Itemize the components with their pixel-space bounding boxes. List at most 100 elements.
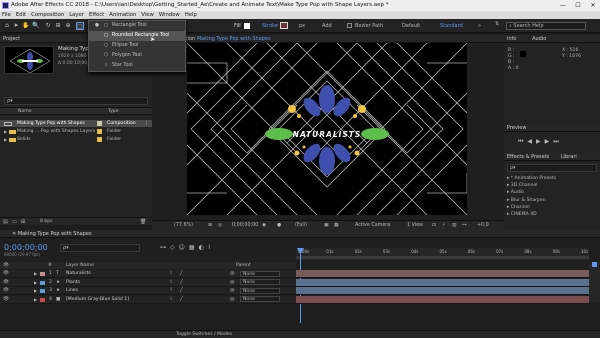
camera-tool-icon[interactable]: ⊞ [54, 22, 62, 30]
expand-arrow-icon[interactable]: ▶ [34, 279, 37, 287]
resolution-menu[interactable]: (Full) [295, 223, 307, 228]
timeline-search-field[interactable]: ρ▾ [60, 244, 140, 252]
expand-arrow-icon[interactable]: ▶ [34, 270, 37, 278]
menu-view[interactable]: View [141, 11, 154, 19]
interpret-footage-icon[interactable]: ▤ [3, 219, 8, 225]
shy-icon[interactable]: ☺ [179, 244, 189, 251]
motion-blur-icon[interactable]: ◐ [199, 244, 208, 251]
draft-3d-icon[interactable]: ◇ [170, 244, 179, 251]
label-color-swatch[interactable] [40, 272, 45, 276]
parent-dropdown[interactable]: None [240, 287, 280, 294]
frame-blend-icon[interactable]: ▦ [189, 244, 199, 251]
project-item[interactable]: ▶ Solids Folder [0, 136, 152, 143]
label-swatch[interactable] [97, 137, 102, 142]
last-frame-icon[interactable]: ⏭ [553, 138, 562, 145]
trash-icon[interactable]: 🗑 [140, 219, 146, 225]
quality-switch-icon[interactable]: ╱ [180, 279, 183, 287]
hand-tool-icon[interactable]: ✋ [22, 22, 30, 30]
star-tool-item[interactable]: ☆ Star Tool [89, 61, 185, 71]
shy-switch-icon[interactable]: ⌇ [170, 279, 172, 287]
visibility-eye-icon[interactable]: 👁 [3, 279, 9, 287]
effects-search-field[interactable]: ρ▾ [507, 164, 597, 172]
fill-swatch[interactable] [244, 23, 250, 29]
label-color-swatch[interactable] [40, 280, 45, 285]
stroke-label[interactable]: Stroke [262, 23, 278, 29]
layer-row[interactable]: 👁 ▶ 3 ★ Lines ⌇ ╱ @ None [0, 287, 296, 295]
preview-tab[interactable]: Preview [504, 124, 600, 132]
new-folder-icon[interactable]: ▭ [12, 219, 17, 225]
comp-button-icon[interactable] [592, 262, 597, 267]
effects-item[interactable]: ▸ Audio [507, 189, 556, 196]
menu-help[interactable]: Help [185, 11, 197, 19]
project-item[interactable]: Making Type Pop with Shapes Composition … [0, 120, 152, 127]
parent-dropdown[interactable]: None [240, 279, 280, 285]
workspace-overflow-icon[interactable]: » [478, 23, 481, 29]
camera-view-menu[interactable]: Active Camera [355, 223, 390, 228]
menu-effect[interactable]: Effect [89, 11, 104, 19]
project-col-type[interactable]: Type [108, 109, 119, 114]
polygon-tool-item[interactable]: ⬡ Polygon Tool [89, 51, 185, 61]
workspace-standard[interactable]: Standard [440, 23, 463, 29]
project-item-menu-icon[interactable]: ⋮ [144, 120, 149, 127]
effects-presets-tab[interactable]: Effects & Presets [507, 154, 549, 160]
minimize-button[interactable]: — [556, 0, 570, 11]
region-of-interest-icon[interactable]: ▣ [324, 223, 329, 228]
expand-arrow-icon[interactable]: ▶ [34, 296, 37, 304]
shape-tool-icon[interactable]: ▢ [76, 22, 84, 30]
visibility-eye-icon[interactable]: 👁 [3, 287, 9, 295]
quality-switch-icon[interactable]: ╱ [180, 296, 183, 304]
close-button[interactable]: ✕ [586, 0, 600, 11]
menu-edit[interactable]: Edit [16, 11, 26, 19]
home-icon[interactable]: ⌂ [3, 22, 11, 30]
label-color-swatch[interactable] [40, 297, 45, 302]
info-tab[interactable]: Info [507, 36, 516, 42]
quality-switch-icon[interactable]: ╱ [180, 287, 183, 295]
label-swatch[interactable] [97, 129, 102, 134]
libraries-tab[interactable]: Librari [561, 154, 577, 160]
rectangle-tool-item[interactable]: ● ▢ Rectangle Tool [89, 21, 185, 31]
timeline-tab[interactable]: ✕ Making Type Pop with Shapes [0, 230, 600, 238]
expand-arrow-icon[interactable]: ▶ [4, 136, 7, 143]
layer-name[interactable]: Lines [66, 287, 78, 295]
time-ruler[interactable]: 0:00s 01s 02s 03s 04s 05s 06s 07s 08s 09s 10s [296, 248, 589, 260]
layer-row[interactable]: 👁 ▶ 4 ■ [Medium Gray-Blue Solid 1] ⌇ ╱ @ None [0, 295, 296, 304]
effects-item[interactable]: ▸ * Animation Presets [507, 175, 556, 182]
expand-arrow-icon[interactable]: ▶ [34, 287, 37, 295]
layer-name-column[interactable]: Layer Name [66, 262, 94, 269]
timeline-scroll-area[interactable] [589, 262, 600, 302]
fast-previews-icon[interactable]: ⚡ [442, 223, 445, 228]
grid-icon[interactable]: ⊞ [208, 223, 212, 228]
magnification-menu[interactable]: (77.6%) [174, 223, 193, 228]
menu-file[interactable]: File [2, 11, 11, 19]
play-icon[interactable]: ▶ [536, 138, 545, 145]
effects-item[interactable]: ▸ Channel [507, 204, 556, 211]
rounded-rectangle-tool-item[interactable]: ▢ Rounded Rectangle Tool [89, 31, 185, 41]
pickwhip-icon[interactable]: @ [230, 270, 235, 278]
zoom-tool-icon[interactable]: 🔍 [32, 22, 40, 30]
toggle-pixel-aspect-icon[interactable]: ⊡ [432, 223, 436, 228]
layer-duration-bar[interactable] [296, 287, 589, 295]
effects-item[interactable]: ▸ 3D Channel [507, 182, 556, 189]
new-comp-icon[interactable]: ⊞ [21, 219, 25, 225]
layer-duration-bar[interactable] [296, 270, 589, 278]
project-col-name[interactable]: Name [18, 109, 32, 114]
transparency-grid-icon[interactable]: ▦ [334, 223, 339, 228]
audio-tab[interactable]: Audio [532, 36, 546, 42]
pickwhip-icon[interactable]: @ [230, 287, 235, 295]
composition-tab[interactable]: Composition Making Type Pop with Shapes [152, 35, 504, 43]
layer-duration-bar[interactable] [296, 295, 589, 304]
sync-icon[interactable]: ⇅ [495, 21, 502, 30]
fill-label[interactable]: Fill [234, 23, 241, 29]
bit-depth[interactable]: 8 bpc [40, 219, 53, 224]
search-help-field[interactable]: ⌕ Search Help [506, 22, 586, 30]
label-color-swatch[interactable] [40, 289, 45, 293]
menu-window[interactable]: Window [159, 11, 180, 19]
project-item[interactable]: ▶ Making ... Pop with Shapes Layers Fold… [0, 128, 152, 135]
next-frame-icon[interactable]: ▶ [545, 138, 554, 145]
stroke-swatch[interactable] [280, 22, 288, 29]
parent-column[interactable]: Parent [236, 262, 251, 269]
flowchart-icon[interactable]: ⊶ [462, 223, 467, 228]
view-layout-menu[interactable]: 1 View [407, 223, 423, 228]
comp-flowchart-icon[interactable]: ⊶ [160, 244, 170, 251]
toggle-switches-modes[interactable]: Toggle Switches / Modes [176, 332, 232, 337]
